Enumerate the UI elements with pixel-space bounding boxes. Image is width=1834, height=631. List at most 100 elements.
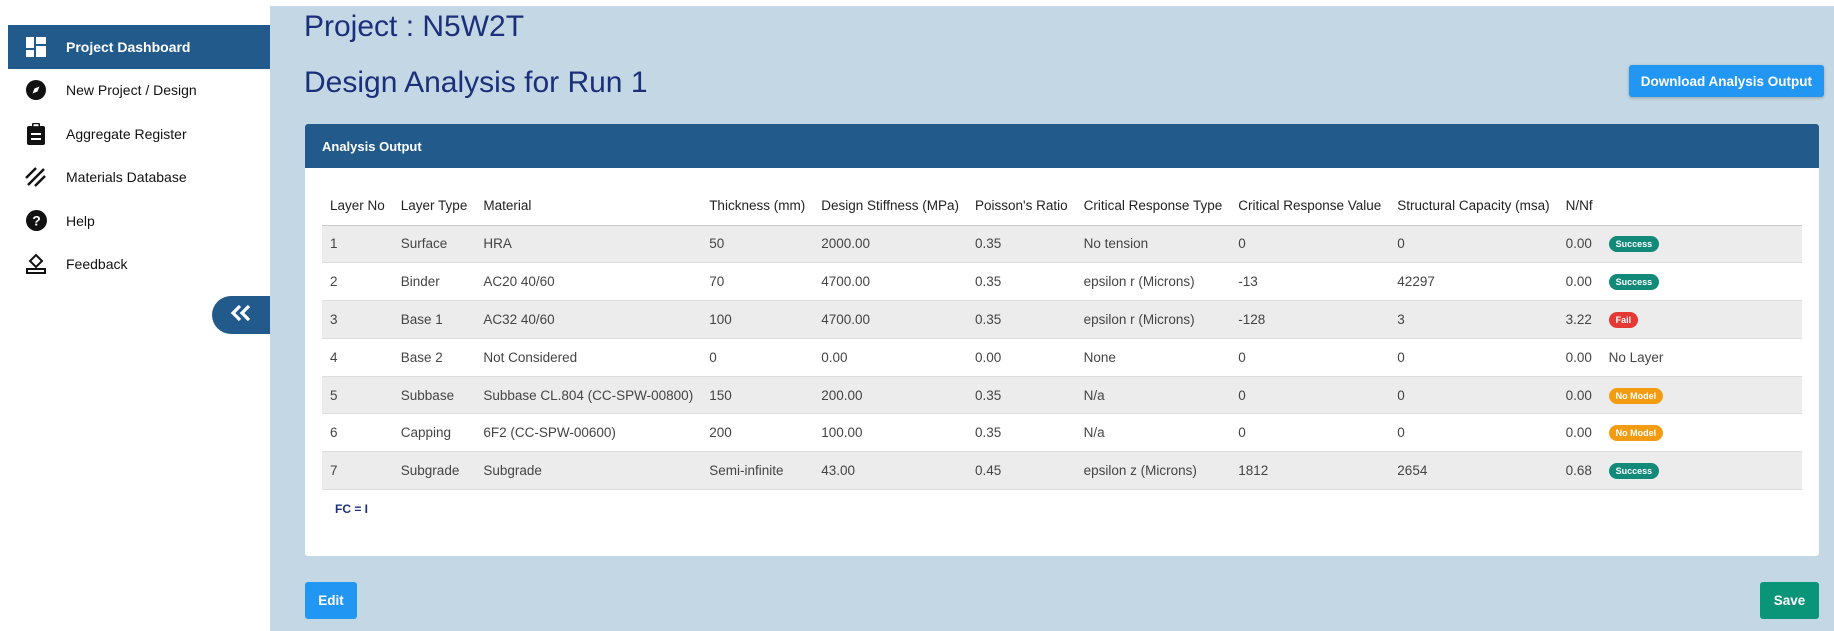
table-cell: 150 — [701, 376, 814, 415]
column-header: Critical Response Type — [1075, 187, 1231, 226]
table-cell: 0 — [1230, 413, 1390, 453]
status-badge: Success — [1608, 274, 1660, 291]
table-cell: 0 — [1389, 376, 1558, 415]
column-header: N/Nf — [1557, 187, 1601, 226]
analysis-table: Layer No Layer Type Material Thickness (… — [322, 187, 1802, 491]
table-row: 4 Base 2 Not Considered 0 0.00 0.00 None 0 0 0.00… — [322, 338, 1802, 377]
sidebar-item-new-project[interactable]: New Project / Design — [8, 69, 270, 113]
table-cell: 0.00 — [1557, 262, 1601, 302]
table-cell: 0.00 — [1557, 225, 1601, 264]
table-cell: 0.35 — [967, 300, 1076, 339]
hatch-icon — [24, 165, 48, 189]
table-cell: N/a — [1075, 413, 1231, 453]
clipboard-icon — [24, 122, 48, 146]
sidebar-nav: Project Dashboard New Project / Design A… — [8, 25, 270, 286]
fc-note: FC = I — [335, 502, 369, 516]
column-header: Thickness (mm) — [701, 187, 814, 226]
table-cell: 1 — [322, 225, 393, 264]
column-header: Layer Type — [392, 187, 476, 226]
table-cell: 200.00 — [813, 376, 968, 415]
main-content: Project : N5W2T Design Analysis for Run … — [270, 6, 1834, 631]
table-row: 5 Subbase Subbase CL.804 (CC-SPW-00800) 150… — [322, 376, 1802, 415]
table-row: 2 Binder AC20 40/60 70 4700.00 0.35 epsilon r … — [322, 262, 1802, 302]
table-cell: 7 — [322, 451, 393, 491]
table-cell: Base 1 — [392, 300, 476, 339]
status-badge: No Model — [1608, 425, 1664, 442]
table-cell: 42297 — [1389, 262, 1558, 302]
project-title: Project : N5W2T — [304, 10, 525, 43]
feedback-icon — [24, 252, 48, 276]
save-button[interactable]: Save — [1760, 582, 1819, 619]
sidebar-item-label: Materials Database — [66, 169, 187, 186]
table-cell: AC32 40/60 — [475, 300, 702, 339]
column-header: Layer No — [322, 187, 393, 226]
column-header: Poisson's Ratio — [967, 187, 1076, 226]
table-row: 7 Subgrade Subgrade Semi-infinite 43.00 0.45 e… — [322, 451, 1802, 491]
sidebar-collapse-button[interactable] — [212, 296, 270, 334]
table-cell: 43.00 — [813, 451, 968, 491]
table-cell: 1812 — [1230, 451, 1390, 491]
sidebar-item-materials-database[interactable]: Materials Database — [8, 156, 270, 200]
table-row: 1 Surface HRA 50 2000.00 0.35 No tension 0 0 0.00… — [322, 225, 1802, 264]
status-cell: Success — [1600, 262, 1802, 302]
edit-button[interactable]: Edit — [305, 582, 357, 619]
table-cell: 2 — [322, 262, 393, 302]
table-cell: 0 — [1230, 225, 1390, 264]
status-cell: No Model — [1600, 413, 1802, 453]
table-cell: 0.35 — [967, 376, 1076, 415]
sidebar-item-feedback[interactable]: Feedback — [8, 243, 270, 287]
table-cell: Subbase CL.804 (CC-SPW-00800) — [475, 376, 702, 415]
table-cell: Semi-infinite — [701, 451, 814, 491]
table-cell: N/a — [1075, 376, 1231, 415]
table-cell: 0.45 — [967, 451, 1076, 491]
table-cell: 100.00 — [813, 413, 968, 453]
sidebar: Project Dashboard New Project / Design A… — [0, 0, 270, 631]
status-cell: Fail — [1600, 300, 1802, 339]
card-title: Analysis Output — [305, 124, 1819, 168]
table-body: 1 Surface HRA 50 2000.00 0.35 No tension 0 0 0.00… — [322, 225, 1802, 491]
table-cell: 0.00 — [967, 338, 1076, 377]
table-cell: 100 — [701, 300, 814, 339]
sidebar-item-help[interactable]: ? Help — [8, 199, 270, 243]
column-header: Material — [475, 187, 702, 226]
table-cell: epsilon z (Microns) — [1075, 451, 1231, 491]
status-cell: Success — [1600, 225, 1802, 264]
table-cell: 0.35 — [967, 225, 1076, 264]
table-cell: 0.35 — [967, 413, 1076, 453]
status-cell: No Model — [1600, 376, 1802, 415]
table-cell: Surface — [392, 225, 476, 264]
table-cell: 0.00 — [1557, 338, 1601, 377]
download-analysis-output-button[interactable]: Download Analysis Output — [1628, 65, 1824, 97]
double-chevron-left-icon — [230, 304, 252, 326]
sidebar-item-aggregate-register[interactable]: Aggregate Register — [8, 112, 270, 156]
compass-icon — [24, 78, 48, 102]
column-header — [1600, 187, 1802, 226]
table-cell: epsilon r (Microns) — [1075, 262, 1231, 302]
table-cell: No tension — [1075, 225, 1231, 264]
table-cell: 3.22 — [1557, 300, 1601, 339]
table-cell: Binder — [392, 262, 476, 302]
dashboard-icon — [24, 35, 48, 59]
table-cell: 0 — [1389, 225, 1558, 264]
table-cell: 3 — [322, 300, 393, 339]
table-cell: Subgrade — [392, 451, 476, 491]
table-cell: 200 — [701, 413, 814, 453]
table-cell: 0.68 — [1557, 451, 1601, 491]
status-cell: No Layer — [1600, 338, 1802, 377]
table-cell: 0.00 — [813, 338, 968, 377]
table-row: 6 Capping 6F2 (CC-SPW-00600) 200 100.00 0.35 N… — [322, 413, 1802, 453]
table-cell: Not Considered — [475, 338, 702, 377]
table-cell: 4 — [322, 338, 393, 377]
table-cell: 3 — [1389, 300, 1558, 339]
status-badge: Success — [1608, 236, 1660, 253]
table-cell: epsilon r (Microns) — [1075, 300, 1231, 339]
sidebar-item-label: Aggregate Register — [66, 125, 187, 142]
table-cell: 50 — [701, 225, 814, 264]
table-cell: Capping — [392, 413, 476, 453]
table-cell: 0 — [701, 338, 814, 377]
column-header: Critical Response Value — [1230, 187, 1390, 226]
column-header: Structural Capacity (msa) — [1389, 187, 1558, 226]
sidebar-item-project-dashboard[interactable]: Project Dashboard — [8, 25, 270, 69]
sidebar-item-label: New Project / Design — [66, 82, 197, 99]
table-cell: Subbase — [392, 376, 476, 415]
